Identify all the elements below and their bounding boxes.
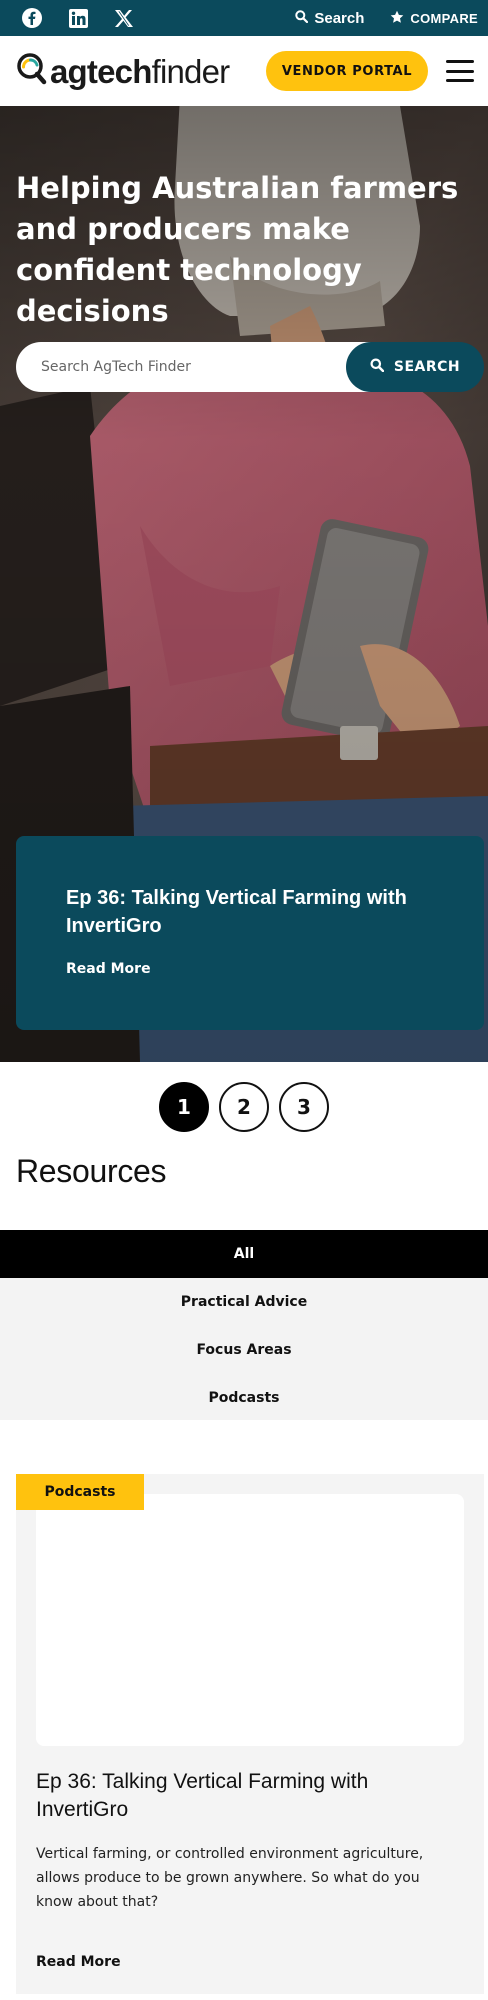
search-icon <box>370 358 385 376</box>
resource-card-read-more-link[interactable]: Read More <box>36 1954 121 1970</box>
filter-podcasts[interactable]: Podcasts <box>0 1374 488 1422</box>
hero-title: Helping Australian farmers and producers… <box>16 171 459 328</box>
site-logo[interactable]: agtechfinder <box>16 49 231 93</box>
resource-card[interactable]: Podcasts Ep 36: Talking Vertical Farming… <box>16 1474 484 1994</box>
magnifier-logo-icon <box>16 51 48 91</box>
top-links: Search COMPARE <box>295 10 478 27</box>
search-button-label: SEARCH <box>393 359 461 375</box>
carousel-pager: 1 2 3 <box>0 1082 488 1132</box>
search-button[interactable]: SEARCH <box>346 342 484 392</box>
top-search-label: Search <box>314 9 365 27</box>
resource-card-excerpt: Vertical farming, or controlled environm… <box>36 1846 424 1910</box>
hamburger-menu-icon[interactable] <box>446 60 474 82</box>
category-tag: Podcasts <box>16 1474 144 1510</box>
resource-list: Podcasts Ep 36: Talking Vertical Farming… <box>0 1420 488 2000</box>
site-header: agtechfinder VENDOR PORTAL <box>0 36 488 106</box>
resource-filter-tabs: All Practical Advice Focus Areas Podcast… <box>0 1230 488 1425</box>
featured-card-title[interactable]: Ep 36: Talking Vertical Farming with Inv… <box>66 884 434 940</box>
search-input[interactable] <box>16 342 396 392</box>
featured-read-more-link[interactable]: Read More <box>66 961 151 977</box>
pager-page-1[interactable]: 1 <box>159 1082 209 1132</box>
hero-section: Helping Australian farmers and producers… <box>0 106 488 1062</box>
resources-heading: Resources <box>16 1153 167 1189</box>
hero-search: SEARCH <box>16 342 484 392</box>
x-icon[interactable] <box>114 8 134 28</box>
pager-page-2[interactable]: 2 <box>219 1082 269 1132</box>
compare-link[interactable]: COMPARE <box>390 10 478 27</box>
resource-card-image[interactable] <box>36 1494 464 1746</box>
social-links <box>22 8 134 28</box>
resource-card-title[interactable]: Ep 36: Talking Vertical Farming with Inv… <box>36 1768 456 1824</box>
vendor-portal-button[interactable]: VENDOR PORTAL <box>266 51 428 91</box>
filter-focus-areas[interactable]: Focus Areas <box>0 1326 488 1374</box>
filter-all[interactable]: All <box>0 1230 488 1278</box>
logo-prefix: agtech <box>50 52 152 90</box>
linkedin-icon[interactable] <box>68 8 88 28</box>
logo-wordmark: agtechfinder <box>50 52 231 90</box>
top-search-link[interactable]: Search <box>295 10 364 27</box>
compare-label: COMPARE <box>410 10 478 26</box>
facebook-icon[interactable] <box>22 8 42 28</box>
top-utility-bar: Search COMPARE <box>0 0 488 36</box>
pager-page-3[interactable]: 3 <box>279 1082 329 1132</box>
featured-card: Ep 36: Talking Vertical Farming with Inv… <box>16 836 484 1030</box>
filter-practical-advice[interactable]: Practical Advice <box>0 1278 488 1326</box>
search-icon <box>295 9 309 27</box>
star-icon <box>390 10 404 27</box>
logo-suffix: finder <box>151 52 231 90</box>
